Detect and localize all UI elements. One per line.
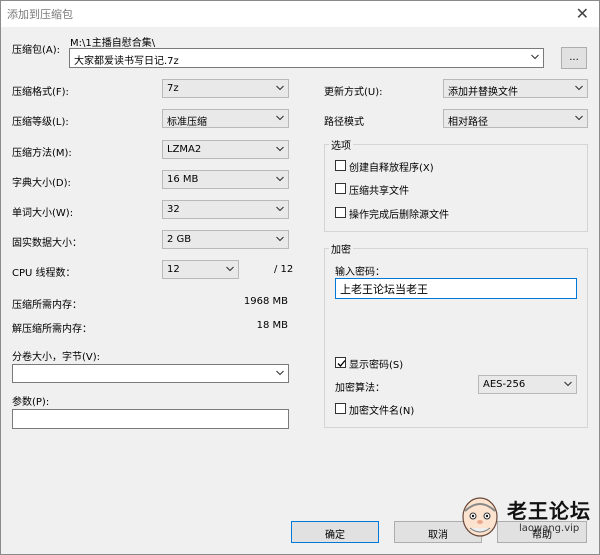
params-label: 参数(P):: [12, 397, 50, 408]
archive-name-value: 大家都爱读书写日记.7z: [74, 56, 179, 67]
volume-label: 分卷大小，字节(V):: [12, 352, 101, 363]
chevron-down-icon: [575, 114, 583, 122]
word-value: 32: [167, 204, 180, 215]
chevron-down-icon: [531, 53, 539, 61]
chevron-down-icon: [575, 84, 583, 92]
update-value: 添加并替换文件: [448, 87, 518, 98]
shared-label: 压缩共享文件: [349, 186, 409, 197]
chevron-down-icon: [276, 175, 284, 183]
encryption-title: 加密: [329, 241, 353, 256]
archive-label: 压缩包(A):: [12, 45, 61, 56]
volume-combo[interactable]: [12, 364, 289, 383]
show-password-label: 显示密码(S): [349, 360, 404, 371]
old-man-face-icon: [462, 497, 498, 537]
archive-path: M:\1主播自慰合集\: [70, 38, 156, 49]
chevron-down-icon: [226, 265, 234, 273]
encryption-method-label: 加密算法：: [335, 383, 385, 394]
path-mode-label: 路径模式: [324, 117, 364, 128]
sfx-label: 创建自释放程序(X): [349, 163, 434, 174]
encryption-method-select[interactable]: AES-256: [478, 375, 577, 394]
chevron-down-icon: [276, 114, 284, 122]
show-password-checkbox[interactable]: [335, 357, 346, 368]
path-mode-value: 相对路径: [448, 117, 488, 128]
chevron-down-icon: [276, 145, 284, 153]
update-select[interactable]: 添加并替换文件: [443, 79, 588, 98]
ok-button[interactable]: 确定: [291, 521, 379, 543]
browse-button[interactable]: ...: [561, 47, 587, 69]
format-select[interactable]: 7z: [162, 79, 289, 98]
archive-name-combo[interactable]: 大家都爱读书写日记.7z: [69, 48, 544, 68]
solid-value: 2 GB: [167, 234, 192, 245]
title-bar: 添加到压缩包 ✕: [1, 1, 599, 27]
mem-comp-label: 压缩所需内存：: [12, 300, 82, 311]
update-label: 更新方式(U):: [324, 87, 383, 98]
watermark-url: laowang.vip: [519, 523, 580, 534]
threads-label: CPU 线程数：: [12, 268, 76, 279]
mem-comp-value: 1968 MB: [243, 296, 288, 307]
password-label: 输入密码：: [335, 267, 385, 278]
method-select[interactable]: LZMA2: [162, 140, 289, 159]
dict-select[interactable]: 16 MB: [162, 170, 289, 189]
watermark-name: 老王论坛: [507, 499, 591, 523]
sfx-checkbox[interactable]: [335, 160, 346, 171]
dict-label: 字典大小(D):: [12, 178, 71, 189]
format-label: 压缩格式(F):: [12, 87, 69, 98]
word-select[interactable]: 32: [162, 200, 289, 219]
close-icon[interactable]: ✕: [576, 4, 589, 23]
threads-value: 12: [167, 264, 180, 275]
level-select[interactable]: 标准压缩: [162, 109, 289, 128]
mem-decomp-label: 解压缩所需内存：: [12, 324, 92, 335]
method-value: LZMA2: [167, 144, 202, 155]
encrypt-names-label: 加密文件名(N): [349, 406, 415, 417]
solid-select[interactable]: 2 GB: [162, 230, 289, 249]
encrypt-names-checkbox[interactable]: [335, 403, 346, 414]
level-value: 标准压缩: [167, 117, 207, 128]
shared-checkbox[interactable]: [335, 183, 346, 194]
chevron-down-icon: [276, 235, 284, 243]
encryption-method-value: AES-256: [483, 379, 526, 390]
password-input[interactable]: 上老王论坛当老王: [335, 278, 577, 299]
format-value: 7z: [167, 83, 179, 94]
chevron-down-icon: [276, 205, 284, 213]
delete-source-label: 操作完成后删除源文件: [349, 210, 449, 221]
add-to-archive-dialog: 添加到压缩包 ✕ 压缩包(A): M:\1主播自慰合集\ 大家都爱读书写日记.7…: [0, 0, 600, 555]
dict-value: 16 MB: [167, 174, 199, 185]
chevron-down-icon: [564, 380, 572, 388]
chevron-down-icon: [276, 84, 284, 92]
watermark: 老王论坛 laowang.vip: [459, 493, 599, 553]
params-input[interactable]: [12, 409, 289, 429]
chevron-down-icon: [276, 369, 284, 377]
threads-select[interactable]: 12: [162, 260, 239, 279]
mem-decomp-value: 18 MB: [256, 320, 288, 331]
method-label: 压缩方法(M):: [12, 148, 72, 159]
checkmark-icon: [337, 360, 346, 367]
path-mode-select[interactable]: 相对路径: [443, 109, 588, 128]
window-title: 添加到压缩包: [7, 8, 73, 21]
delete-source-checkbox[interactable]: [335, 207, 346, 218]
word-label: 单词大小(W):: [12, 208, 74, 219]
solid-label: 固实数据大小：: [12, 238, 82, 249]
threads-total: / 12: [274, 264, 294, 275]
options-title: 选项: [329, 137, 353, 152]
level-label: 压缩等级(L):: [12, 117, 69, 128]
